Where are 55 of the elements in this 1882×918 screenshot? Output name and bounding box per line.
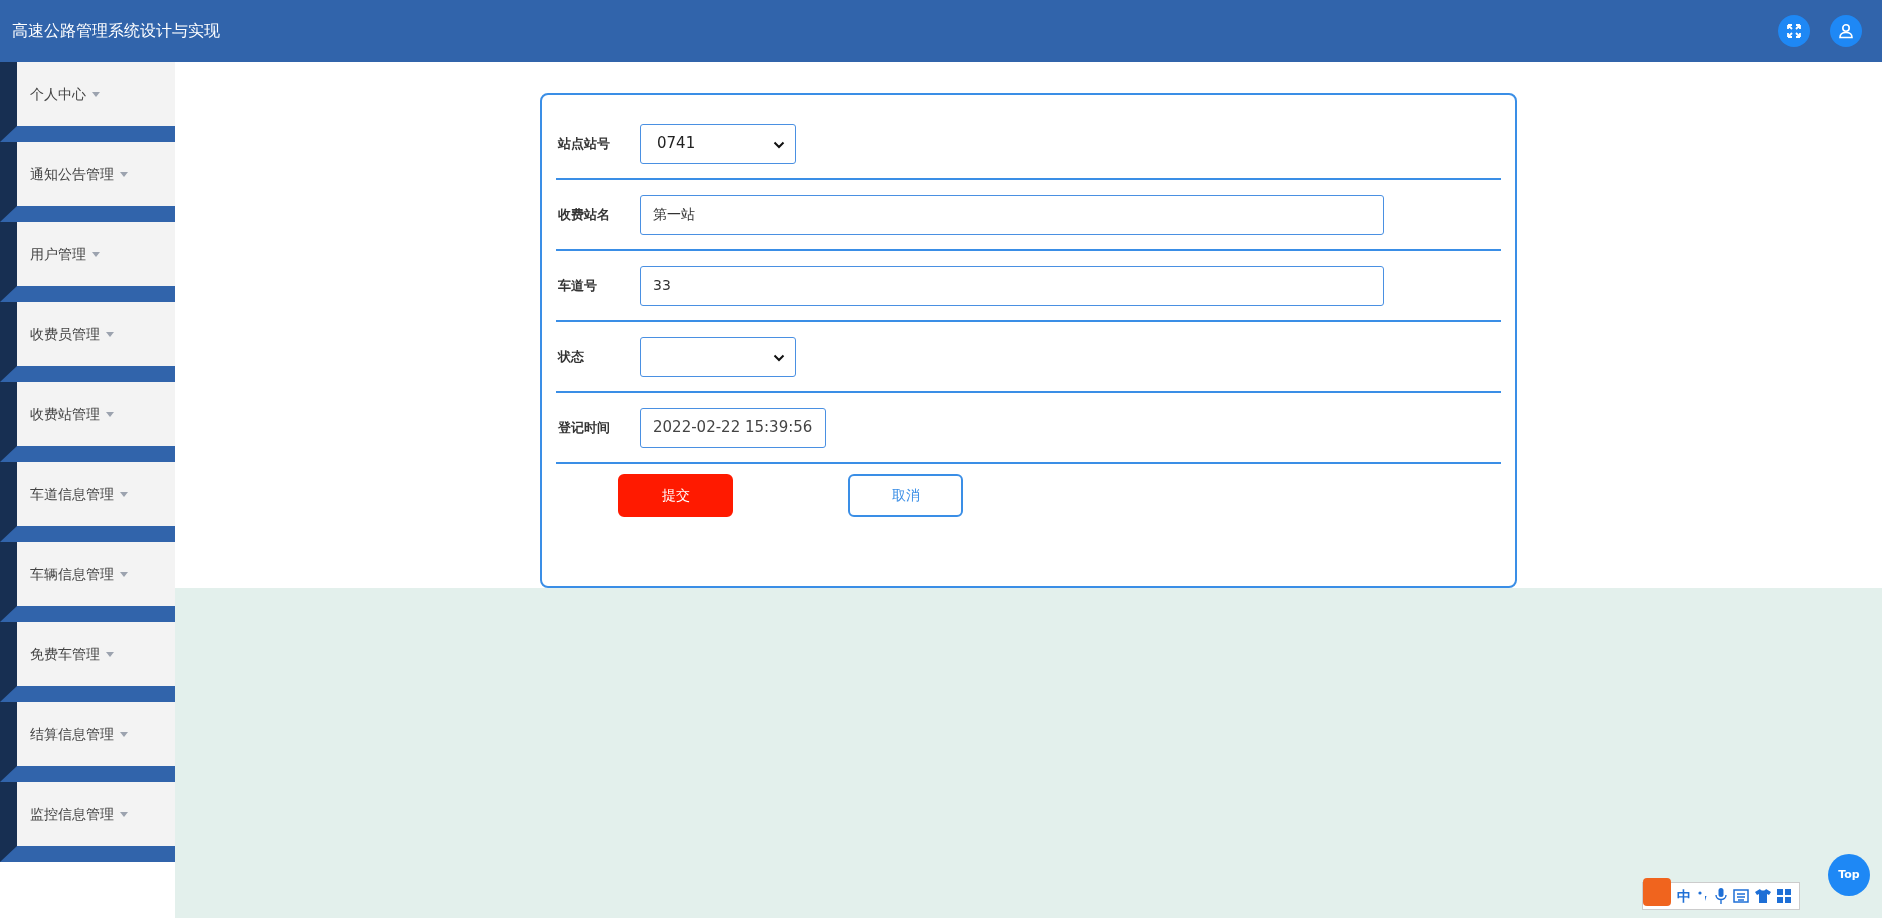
caret-icon: [120, 491, 128, 497]
field-label: 车道号: [557, 276, 598, 295]
band-corner-icon: [0, 366, 17, 382]
band-corner-icon: [0, 206, 17, 222]
band-corner-icon: [0, 126, 17, 142]
field-label: 站点站号: [557, 134, 611, 153]
sidebar-item[interactable]: 收费站管理: [17, 382, 175, 446]
field-label: 收费站名: [557, 205, 611, 224]
sidebar-item[interactable]: 监控信息管理: [17, 782, 175, 846]
sidebar-item[interactable]: 收费员管理: [17, 302, 175, 366]
caret-icon: [106, 331, 114, 337]
user-icon: [1838, 23, 1854, 39]
date-time-field[interactable]: 2022-02-22 15:39:56: [640, 407, 826, 448]
band-corner-icon: [0, 286, 17, 302]
sidebar-item[interactable]: 免费车管理: [17, 622, 175, 686]
caret-icon: [106, 411, 114, 417]
sidebar-item[interactable]: 结算信息管理: [17, 702, 175, 766]
grid-icon[interactable]: [1777, 889, 1791, 903]
chevron-down-icon: [773, 353, 785, 362]
band-corner-icon: [0, 686, 17, 702]
caret-icon: [120, 811, 128, 817]
chevron-down-icon: [773, 140, 785, 149]
caret-icon: [92, 91, 100, 97]
select-field[interactable]: 0741: [640, 123, 796, 164]
sidebar-item[interactable]: 通知公告管理: [17, 142, 175, 206]
user-button[interactable]: [1830, 15, 1862, 47]
band-corner-icon: [0, 526, 17, 542]
microphone-icon[interactable]: [1715, 888, 1727, 904]
cancel-button[interactable]: 取消: [848, 474, 963, 517]
select-field[interactable]: [640, 336, 796, 377]
keyboard-icon[interactable]: [1733, 889, 1749, 903]
sidebar-item[interactable]: 车辆信息管理: [17, 542, 175, 606]
field-label: 登记时间: [557, 418, 611, 437]
app-title: 高速公路管理系统设计与实现: [12, 20, 220, 42]
caret-icon: [92, 251, 100, 257]
input-field[interactable]: 第一站: [640, 194, 1384, 235]
band-corner-icon: [0, 846, 17, 862]
sidebar-item[interactable]: 车道信息管理: [17, 462, 175, 526]
input-mode-toggle[interactable]: 中: [1677, 885, 1691, 907]
sidebar-item[interactable]: 用户管理: [17, 222, 175, 286]
field-label: 状态: [556, 347, 585, 366]
expand-arrows-icon: [1786, 23, 1802, 39]
caret-icon: [120, 731, 128, 737]
input-field[interactable]: 33: [640, 265, 1384, 306]
caret-icon: [106, 651, 114, 657]
fullscreen-button[interactable]: [1778, 15, 1810, 47]
shirt-icon[interactable]: [1755, 889, 1771, 903]
band-corner-icon: [0, 446, 17, 462]
band-corner-icon: [0, 606, 17, 622]
band-corner-icon: [0, 766, 17, 782]
caret-icon: [120, 571, 128, 577]
sidebar-item[interactable]: 个人中心: [17, 62, 175, 126]
caret-icon: [120, 171, 128, 177]
back-to-top-button[interactable]: Top: [1828, 854, 1870, 896]
submit-button[interactable]: 提交: [618, 474, 733, 517]
